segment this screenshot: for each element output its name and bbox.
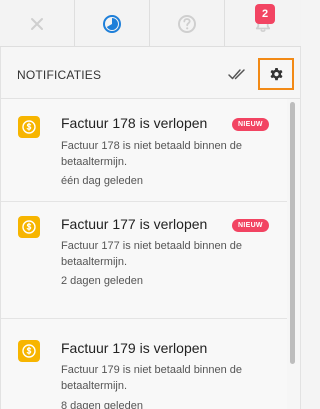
help-icon bbox=[178, 14, 196, 33]
notifications-panel: NOTIFICATIES Factuur 178 is verlopen NIE… bbox=[0, 47, 301, 409]
notification-title: Factuur 179 is verlopen bbox=[61, 340, 208, 356]
list-scrollbar[interactable] bbox=[288, 99, 300, 409]
notification-item[interactable]: Factuur 178 is verlopen NIEUW Factuur 17… bbox=[1, 99, 287, 202]
gear-icon bbox=[270, 67, 282, 80]
notification-title: Factuur 178 is verlopen bbox=[61, 115, 208, 131]
notification-description: Factuur 178 is niet betaald binnen de be… bbox=[61, 140, 243, 168]
help-button[interactable] bbox=[150, 0, 225, 47]
top-toolbar: 2 bbox=[0, 0, 301, 47]
mark-all-read-button[interactable] bbox=[227, 65, 249, 83]
notification-item[interactable]: Factuur 177 is verlopen NIEUW Factuur 17… bbox=[1, 202, 287, 319]
notification-description: Factuur 177 is niet betaald binnen de be… bbox=[61, 240, 243, 268]
timer-button[interactable] bbox=[75, 0, 150, 47]
close-icon bbox=[31, 17, 43, 30]
scrollbar-thumb[interactable] bbox=[290, 102, 295, 364]
double-check-icon bbox=[228, 69, 245, 80]
notification-title: Factuur 177 is verlopen bbox=[61, 216, 208, 232]
dollar-icon bbox=[18, 116, 40, 138]
settings-button[interactable] bbox=[258, 58, 294, 90]
dollar-icon bbox=[18, 216, 40, 238]
notification-description: Factuur 179 is niet betaald binnen de be… bbox=[61, 364, 243, 392]
notification-time: 8 dagen geleden bbox=[61, 400, 143, 409]
new-badge: NIEUW bbox=[232, 118, 269, 131]
panel-title: NOTIFICATIES bbox=[17, 68, 102, 82]
notification-time: één dag geleden bbox=[61, 175, 143, 187]
notification-item[interactable]: Factuur 179 is verlopen Factuur 179 is n… bbox=[1, 319, 287, 409]
new-badge: NIEUW bbox=[232, 219, 269, 232]
close-button[interactable] bbox=[0, 0, 75, 47]
timer-icon bbox=[103, 14, 121, 33]
notification-count-badge: 2 bbox=[255, 4, 275, 24]
panel-header: NOTIFICATIES bbox=[1, 47, 300, 99]
notification-time: 2 dagen geleden bbox=[61, 275, 143, 287]
dollar-icon bbox=[18, 340, 40, 362]
notification-list[interactable]: Factuur 178 is verlopen NIEUW Factuur 17… bbox=[1, 99, 300, 409]
